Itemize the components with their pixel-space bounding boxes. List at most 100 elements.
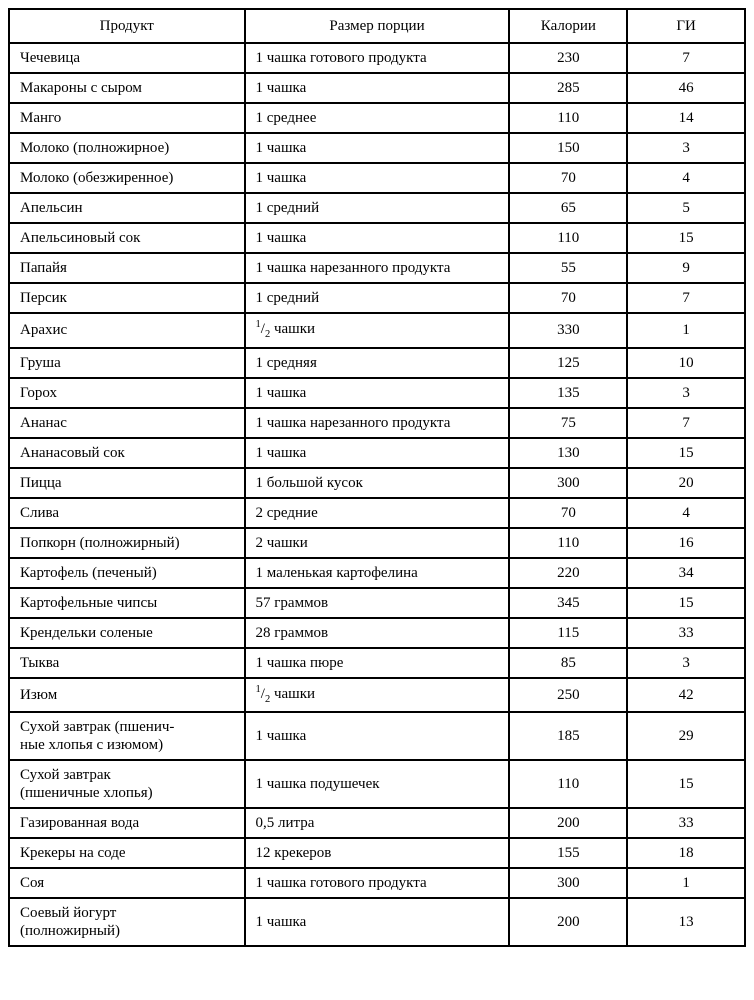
cell-calories: 70	[509, 283, 627, 313]
cell-product: Персик	[9, 283, 245, 313]
cell-product: Крекеры на соде	[9, 838, 245, 868]
table-row: Картофель (печеный)1 маленькая картофели…	[9, 558, 745, 588]
cell-product: Крендельки соленые	[9, 618, 245, 648]
table-row: Апельсин1 средний655	[9, 193, 745, 223]
cell-portion: 1 маленькая картофелина	[245, 558, 510, 588]
cell-gi: 14	[627, 103, 745, 133]
cell-portion: 2 чашки	[245, 528, 510, 558]
cell-portion: 1 средний	[245, 193, 510, 223]
cell-gi: 5	[627, 193, 745, 223]
cell-calories: 85	[509, 648, 627, 678]
table-row: Сухой завтрак(пшеничные хлопья)1 чашка п…	[9, 760, 745, 808]
cell-portion: 1 чашка нарезанного продукта	[245, 408, 510, 438]
cell-gi: 15	[627, 438, 745, 468]
cell-gi: 3	[627, 133, 745, 163]
cell-portion: 1 чашка готового продукта	[245, 868, 510, 898]
cell-calories: 250	[509, 678, 627, 713]
cell-calories: 200	[509, 898, 627, 946]
cell-gi: 42	[627, 678, 745, 713]
cell-portion: 1 чашка	[245, 133, 510, 163]
cell-gi: 20	[627, 468, 745, 498]
cell-gi: 7	[627, 43, 745, 73]
cell-portion: 1 средняя	[245, 348, 510, 378]
cell-gi: 4	[627, 498, 745, 528]
cell-product: Изюм	[9, 678, 245, 713]
cell-gi: 15	[627, 223, 745, 253]
cell-portion: 1/2 чашки	[245, 678, 510, 713]
cell-product: Молоко (обезжиренное)	[9, 163, 245, 193]
table-row: Тыква1 чашка пюре853	[9, 648, 745, 678]
cell-gi: 7	[627, 408, 745, 438]
cell-product: Папайя	[9, 253, 245, 283]
cell-gi: 46	[627, 73, 745, 103]
table-row: Манго1 среднее11014	[9, 103, 745, 133]
cell-calories: 125	[509, 348, 627, 378]
table-row: Попкорн (полножирный)2 чашки11016	[9, 528, 745, 558]
cell-portion: 28 граммов	[245, 618, 510, 648]
cell-calories: 185	[509, 712, 627, 760]
cell-portion: 1 чашка пюре	[245, 648, 510, 678]
cell-product: Апельсиновый сок	[9, 223, 245, 253]
cell-gi: 16	[627, 528, 745, 558]
table-row: Молоко (полножирное)1 чашка1503	[9, 133, 745, 163]
table-row: Ананасовый сок1 чашка13015	[9, 438, 745, 468]
cell-calories: 345	[509, 588, 627, 618]
header-gi: ГИ	[627, 9, 745, 43]
cell-product: Манго	[9, 103, 245, 133]
cell-calories: 110	[509, 760, 627, 808]
cell-product: Слива	[9, 498, 245, 528]
cell-calories: 135	[509, 378, 627, 408]
cell-calories: 75	[509, 408, 627, 438]
cell-gi: 15	[627, 588, 745, 618]
cell-product: Картофельные чипсы	[9, 588, 245, 618]
cell-product: Сухой завтрак (пшенич-ные хлопья с изюмо…	[9, 712, 245, 760]
cell-gi: 9	[627, 253, 745, 283]
cell-calories: 300	[509, 468, 627, 498]
table-row: Пицца1 большой кусок30020	[9, 468, 745, 498]
cell-gi: 3	[627, 378, 745, 408]
cell-gi: 29	[627, 712, 745, 760]
cell-portion: 1 чашка	[245, 712, 510, 760]
cell-calories: 110	[509, 103, 627, 133]
cell-portion: 1 чашка готового продукта	[245, 43, 510, 73]
table-row: Горох1 чашка1353	[9, 378, 745, 408]
cell-gi: 1	[627, 868, 745, 898]
table-row: Сухой завтрак (пшенич-ные хлопья с изюмо…	[9, 712, 745, 760]
table-row: Крекеры на соде12 крекеров15518	[9, 838, 745, 868]
cell-calories: 70	[509, 163, 627, 193]
table-row: Макароны с сыром1 чашка28546	[9, 73, 745, 103]
cell-product: Арахис	[9, 313, 245, 348]
cell-calories: 230	[509, 43, 627, 73]
table-row: Газированная вода0,5 литра20033	[9, 808, 745, 838]
cell-gi: 3	[627, 648, 745, 678]
cell-calories: 65	[509, 193, 627, 223]
header-portion: Размер порции	[245, 9, 510, 43]
table-row: Ананас1 чашка нарезанного продукта757	[9, 408, 745, 438]
cell-calories: 300	[509, 868, 627, 898]
cell-portion: 1 чашка	[245, 73, 510, 103]
cell-product: Сухой завтрак(пшеничные хлопья)	[9, 760, 245, 808]
cell-calories: 55	[509, 253, 627, 283]
cell-gi: 4	[627, 163, 745, 193]
cell-portion: 1 большой кусок	[245, 468, 510, 498]
table-row: Груша1 средняя12510	[9, 348, 745, 378]
cell-calories: 155	[509, 838, 627, 868]
cell-product: Картофель (печеный)	[9, 558, 245, 588]
cell-calories: 70	[509, 498, 627, 528]
cell-product: Ананас	[9, 408, 245, 438]
cell-portion: 1 чашка	[245, 163, 510, 193]
cell-gi: 18	[627, 838, 745, 868]
cell-gi: 13	[627, 898, 745, 946]
cell-calories: 150	[509, 133, 627, 163]
cell-product: Соя	[9, 868, 245, 898]
table-row: Крендельки соленые28 граммов11533	[9, 618, 745, 648]
cell-gi: 15	[627, 760, 745, 808]
table-header-row: Продукт Размер порции Калории ГИ	[9, 9, 745, 43]
cell-calories: 115	[509, 618, 627, 648]
cell-product: Макароны с сыром	[9, 73, 245, 103]
cell-product: Чечевица	[9, 43, 245, 73]
table-row: Картофельные чипсы57 граммов34515	[9, 588, 745, 618]
table-row: Слива2 средние704	[9, 498, 745, 528]
cell-portion: 12 крекеров	[245, 838, 510, 868]
cell-product: Соевый йогурт(полножирный)	[9, 898, 245, 946]
